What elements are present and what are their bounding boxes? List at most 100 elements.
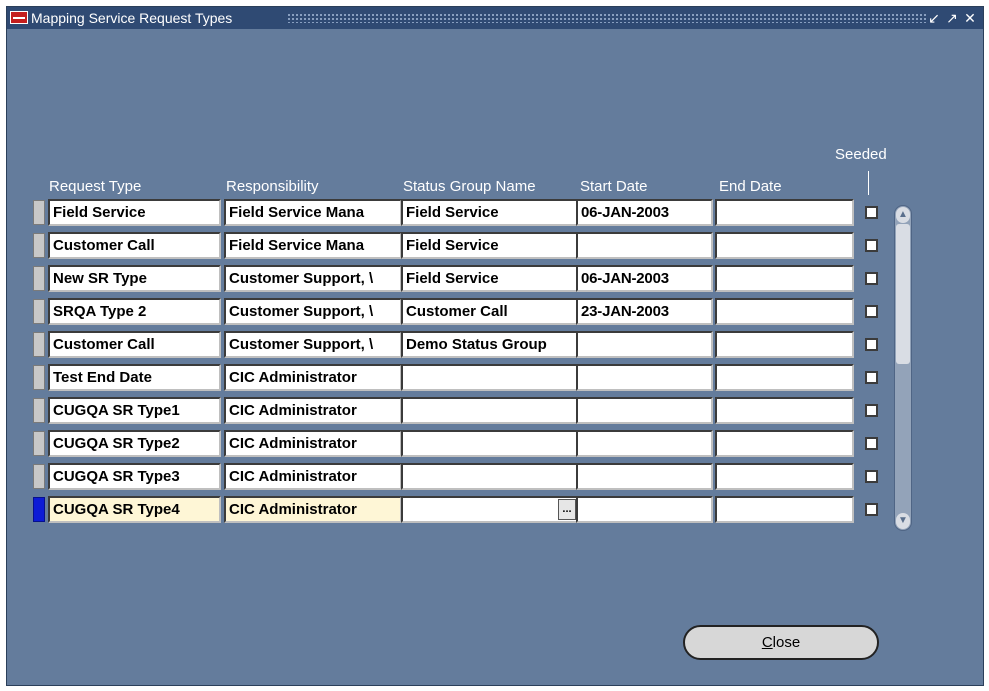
- seeded-checkbox[interactable]: [865, 404, 878, 417]
- start-date-field[interactable]: [576, 463, 713, 490]
- table-row: Field Service Field Service Mana Field Ser…: [7, 198, 983, 227]
- end-date-field[interactable]: [715, 199, 854, 226]
- responsibility-field[interactable]: Customer Support, \: [224, 331, 402, 358]
- row-selector[interactable]: [33, 233, 45, 258]
- status-group-field[interactable]: Field Service: [401, 265, 579, 292]
- request-type-field[interactable]: Customer Call: [48, 232, 221, 259]
- scroll-up-icon[interactable]: ▲: [896, 207, 910, 223]
- seeded-checkbox[interactable]: [865, 437, 878, 450]
- close-icon[interactable]: ✕: [961, 8, 979, 28]
- start-date-field[interactable]: 06-JAN-2003: [576, 265, 713, 292]
- column-header-end-date: End Date: [719, 178, 782, 195]
- seeded-checkbox[interactable]: [865, 371, 878, 384]
- end-date-field[interactable]: [715, 430, 854, 457]
- responsibility-field[interactable]: Customer Support, \: [224, 265, 402, 292]
- status-group-field[interactable]: ...: [401, 496, 579, 523]
- start-date-field[interactable]: [576, 430, 713, 457]
- close-button[interactable]: Close: [683, 625, 879, 660]
- end-date-field[interactable]: [715, 496, 854, 523]
- seeded-checkbox[interactable]: [865, 305, 878, 318]
- status-group-field[interactable]: Demo Status Group: [401, 331, 579, 358]
- responsibility-field[interactable]: CIC Administrator: [224, 397, 402, 424]
- request-type-field[interactable]: CUGQA SR Type2: [48, 430, 221, 457]
- start-date-field[interactable]: [576, 331, 713, 358]
- close-button-mnemonic: C: [761, 634, 773, 651]
- responsibility-field[interactable]: Customer Support, \: [224, 298, 402, 325]
- start-date-field[interactable]: [576, 496, 713, 523]
- request-type-field[interactable]: Field Service: [48, 199, 221, 226]
- table-row: CUGQA SR Type2 CIC Administrator: [7, 429, 983, 458]
- end-date-field[interactable]: [715, 265, 854, 292]
- main-window: Mapping Service Request Types ↙ ↗ ✕ Seed…: [6, 6, 984, 686]
- responsibility-field[interactable]: CIC Administrator: [224, 496, 402, 523]
- status-group-field[interactable]: Customer Call: [401, 298, 579, 325]
- request-type-field[interactable]: Test End Date: [48, 364, 221, 391]
- scroll-thumb[interactable]: [896, 224, 910, 364]
- responsibility-field[interactable]: Field Service Mana: [224, 199, 402, 226]
- status-group-field[interactable]: [401, 397, 579, 424]
- start-date-field[interactable]: [576, 364, 713, 391]
- responsibility-field[interactable]: CIC Administrator: [224, 430, 402, 457]
- status-group-field[interactable]: Field Service: [401, 232, 579, 259]
- start-date-field[interactable]: [576, 232, 713, 259]
- request-type-field[interactable]: CUGQA SR Type4: [48, 496, 221, 523]
- request-type-field[interactable]: CUGQA SR Type1: [48, 397, 221, 424]
- responsibility-field[interactable]: CIC Administrator: [224, 364, 402, 391]
- request-type-field[interactable]: Customer Call: [48, 331, 221, 358]
- row-selector[interactable]: [33, 332, 45, 357]
- seeded-header-leader: [868, 171, 869, 195]
- table-row: CUGQA SR Type1 CIC Administrator: [7, 396, 983, 425]
- responsibility-field[interactable]: Field Service Mana: [224, 232, 402, 259]
- table-row: CUGQA SR Type3 CIC Administrator: [7, 462, 983, 491]
- status-group-field[interactable]: Field Service: [401, 199, 579, 226]
- scroll-down-icon[interactable]: ▼: [896, 513, 910, 529]
- seeded-checkbox[interactable]: [865, 338, 878, 351]
- status-group-field[interactable]: [401, 463, 579, 490]
- maximize-icon[interactable]: ↗: [943, 8, 961, 28]
- close-button-label: lose: [772, 634, 801, 651]
- seeded-checkbox[interactable]: [865, 470, 878, 483]
- end-date-field[interactable]: [715, 364, 854, 391]
- end-date-field[interactable]: [715, 298, 854, 325]
- titlebar-grip-pattern: [287, 13, 927, 23]
- list-of-values-button[interactable]: ...: [558, 499, 576, 520]
- status-group-field[interactable]: [401, 430, 579, 457]
- window-title: Mapping Service Request Types: [31, 10, 233, 26]
- column-header-seeded: Seeded: [835, 146, 887, 163]
- request-type-field[interactable]: CUGQA SR Type3: [48, 463, 221, 490]
- end-date-field[interactable]: [715, 331, 854, 358]
- table-row: New SR Type Customer Support, \ Field Serv…: [7, 264, 983, 293]
- seeded-checkbox[interactable]: [865, 206, 878, 219]
- row-selector[interactable]: [33, 431, 45, 456]
- row-selector[interactable]: [33, 464, 45, 489]
- title-bar[interactable]: Mapping Service Request Types ↙ ↗ ✕: [7, 7, 983, 29]
- row-selector[interactable]: [33, 266, 45, 291]
- column-header-responsibility: Responsibility: [226, 178, 319, 195]
- row-selector[interactable]: [33, 497, 45, 522]
- request-type-field[interactable]: New SR Type: [48, 265, 221, 292]
- minimize-icon[interactable]: ↙: [925, 8, 943, 28]
- end-date-field[interactable]: [715, 463, 854, 490]
- start-date-field[interactable]: 23-JAN-2003: [576, 298, 713, 325]
- table-row: SRQA Type 2 Customer Support, \ Customer C…: [7, 297, 983, 326]
- seeded-checkbox[interactable]: [865, 272, 878, 285]
- seeded-checkbox[interactable]: [865, 239, 878, 252]
- table-row: Customer Call Customer Support, \ Demo Sta…: [7, 330, 983, 359]
- column-header-status-group: Status Group Name: [403, 178, 536, 195]
- oracle-app-icon: [10, 11, 28, 24]
- status-group-field[interactable]: [401, 364, 579, 391]
- row-selector[interactable]: [33, 398, 45, 423]
- request-type-field[interactable]: SRQA Type 2: [48, 298, 221, 325]
- end-date-field[interactable]: [715, 397, 854, 424]
- row-selector[interactable]: [33, 299, 45, 324]
- start-date-field[interactable]: 06-JAN-2003: [576, 199, 713, 226]
- column-header-start-date: Start Date: [580, 178, 648, 195]
- table-row: CUGQA SR Type4 CIC Administrator...: [7, 495, 983, 524]
- row-selector[interactable]: [33, 200, 45, 225]
- start-date-field[interactable]: [576, 397, 713, 424]
- row-selector[interactable]: [33, 365, 45, 390]
- end-date-field[interactable]: [715, 232, 854, 259]
- seeded-checkbox[interactable]: [865, 503, 878, 516]
- responsibility-field[interactable]: CIC Administrator: [224, 463, 402, 490]
- vertical-scrollbar[interactable]: ▲ ▼: [894, 205, 912, 531]
